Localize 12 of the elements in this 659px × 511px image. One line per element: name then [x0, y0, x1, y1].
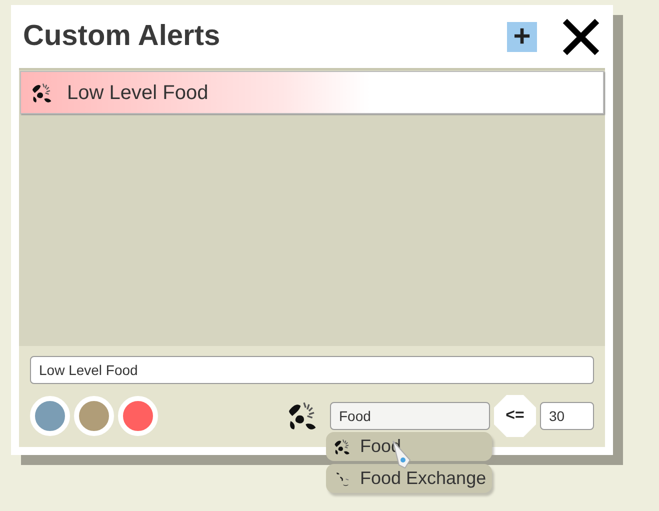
color-swatch[interactable] [30, 396, 70, 436]
close-button[interactable] [561, 16, 601, 56]
dropdown-item[interactable]: Food Exchange [326, 464, 492, 493]
threshold-field[interactable]: 30 [540, 402, 594, 430]
alert-item[interactable]: Low Level Food [20, 71, 604, 114]
color-swatch[interactable] [74, 396, 114, 436]
color-swatch[interactable] [118, 396, 158, 436]
name-field[interactable]: Low Level Food [30, 356, 594, 384]
operator-button[interactable]: <= [494, 395, 536, 437]
resource-field[interactable]: Food [330, 402, 490, 430]
add-button[interactable]: + [507, 22, 537, 52]
window-title: Custom Alerts [23, 22, 220, 51]
